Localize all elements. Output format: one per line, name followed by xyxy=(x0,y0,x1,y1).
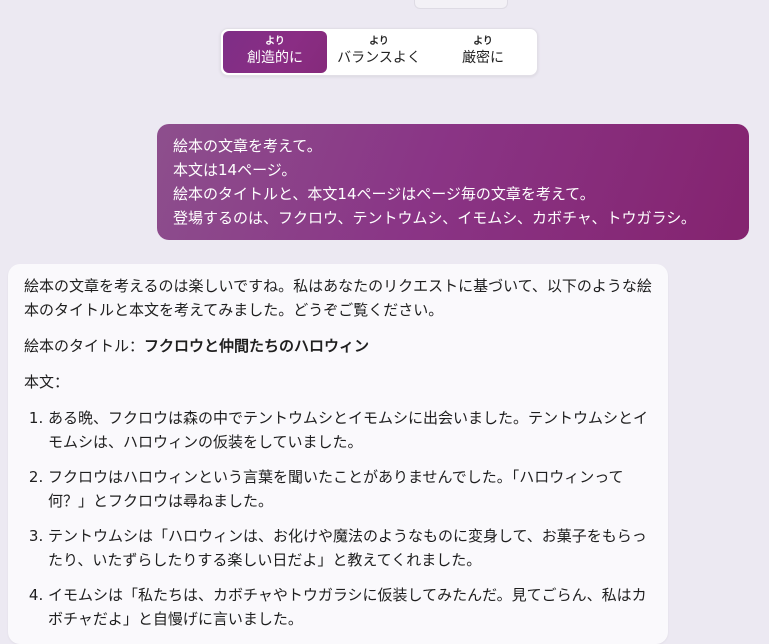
user-message-line: 本文は14ページ。 xyxy=(173,161,297,179)
page-item: テントウムシは「ハロウィンは、お化けや魔法のようなものに変身して、お菓子をもらっ… xyxy=(48,524,652,572)
book-title: フクロウと仲間たちのハロウィン xyxy=(144,337,370,355)
page-item: ある晩、フクロウは森の中でテントウムシとイモムシに出会いました。テントウムシとイ… xyxy=(48,406,652,454)
bot-message: 絵本の文章を考えるのは楽しいですね。私はあなたのリクエストに基づいて、以下のよう… xyxy=(8,264,668,644)
tone-option-precise[interactable]: より 厳密に xyxy=(431,31,535,73)
tone-option-prefix: より xyxy=(473,36,493,47)
page-item: イモムシは「私たちは、カボチャやトウガラシに仮装してみたんだ。見てごらん、私はカ… xyxy=(48,583,652,631)
tone-option-balanced[interactable]: より バランスよく xyxy=(327,31,431,73)
user-message-line: 絵本の文章を考えて。 xyxy=(173,137,322,155)
tone-selector: より 創造的に より バランスよく より 厳密に xyxy=(220,28,538,76)
user-message: 絵本の文章を考えて。 本文は14ページ。 絵本のタイトルと、本文14ページはペー… xyxy=(157,124,749,240)
bot-intro: 絵本の文章を考えるのは楽しいですね。私はあなたのリクエストに基づいて、以下のよう… xyxy=(24,277,652,319)
tone-option-label: 厳密に xyxy=(462,50,504,66)
body-label: 本文： xyxy=(24,373,70,391)
page-item: フクロウはハロウィンという言葉を聞いたことがありませんでした。「ハロウィンって何… xyxy=(48,465,652,513)
tone-option-label: 創造的に xyxy=(247,50,303,66)
tone-option-prefix: より xyxy=(369,36,389,47)
user-message-line: 登場するのは、フクロウ、テントウムシ、イモムシ、カボチャ、トウガラシ。 xyxy=(173,209,696,227)
tone-option-label: バランスよく xyxy=(337,50,421,66)
tone-option-creative[interactable]: より 創造的に xyxy=(223,31,327,73)
book-title-label: 絵本のタイトル： xyxy=(24,337,145,355)
top-tab[interactable] xyxy=(414,0,508,9)
user-message-line: 絵本のタイトルと、本文14ページはページ毎の文章を考えて。 xyxy=(173,185,595,203)
tone-option-prefix: より xyxy=(265,36,285,47)
page-list: ある晩、フクロウは森の中でテントウムシとイモムシに出会いました。テントウムシとイ… xyxy=(24,406,652,631)
book-title-line: 絵本のタイトル：フクロウと仲間たちのハロウィン xyxy=(24,334,652,358)
